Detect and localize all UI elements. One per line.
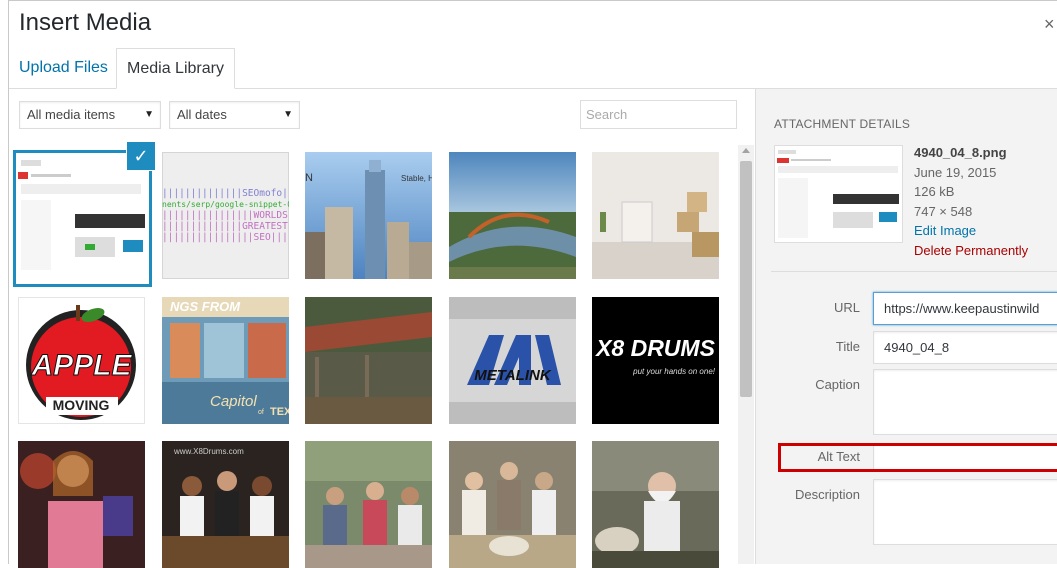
attachment-dimensions: 747 × 548 bbox=[914, 203, 973, 219]
media-type-filter[interactable]: All media items ▼ bbox=[19, 101, 161, 129]
thumb-caption: TEX bbox=[270, 406, 289, 418]
url-field[interactable]: https://www.keepaustinwild bbox=[873, 292, 1057, 325]
media-item[interactable]: ||||||||||||||SEOmofo|||||||||||||| nent… bbox=[162, 152, 289, 279]
thumb-caption: N bbox=[305, 172, 313, 184]
delete-permanently-link[interactable]: Delete Permanently bbox=[914, 241, 1028, 261]
tab-upload-files[interactable]: Upload Files bbox=[9, 48, 118, 88]
bridge-photo bbox=[449, 152, 576, 279]
description-label: Description bbox=[794, 487, 860, 502]
media-item[interactable]: Stable, High N bbox=[305, 152, 432, 279]
caption-field[interactable] bbox=[873, 369, 1057, 435]
media-item[interactable] bbox=[592, 441, 719, 568]
drum-group-photo bbox=[162, 441, 289, 568]
media-item[interactable] bbox=[305, 297, 432, 424]
thumb-text-line: ||||||||||||||||SEO|||||||||||||||| bbox=[162, 232, 289, 243]
thumb-logo-text: METALINK bbox=[474, 367, 551, 384]
media-item[interactable]: www.X8Drums.com bbox=[162, 441, 289, 568]
attachment-preview-image bbox=[775, 146, 902, 242]
media-item[interactable]: X8 DRUMS put your hands on one! bbox=[592, 297, 719, 424]
thumb-text-line: nents/serp/google-snippet-04.html bbox=[162, 200, 289, 209]
thumb-logo-text: MOVING bbox=[52, 397, 110, 413]
media-scrollbar[interactable] bbox=[738, 145, 754, 564]
title-field[interactable]: 4940_04_8 bbox=[873, 331, 1057, 364]
media-item[interactable] bbox=[449, 441, 576, 568]
thumb-caption: put your hands on one! bbox=[633, 367, 715, 376]
description-field[interactable] bbox=[873, 479, 1057, 545]
media-item[interactable] bbox=[305, 441, 432, 568]
attachment-filename: 4940_04_8.png bbox=[914, 145, 1007, 160]
girl-drum-photo bbox=[18, 441, 145, 568]
thumb-caption: Stable, High bbox=[401, 174, 432, 183]
sidebar-divider bbox=[771, 271, 1057, 272]
media-item[interactable] bbox=[592, 152, 719, 279]
old-man-drum-photo bbox=[592, 441, 719, 568]
dropdown-arrow-icon: ▼ bbox=[283, 109, 293, 120]
dropdown-arrow-icon: ▼ bbox=[144, 109, 154, 120]
media-item[interactable]: NGS FROM Capitol of TEX bbox=[162, 297, 289, 424]
attachment-info: 4940_04_8.png June 19, 2015 126 kB 747 ×… bbox=[914, 143, 1028, 260]
thumb-text-line: ||||||||||||||GREATEST|||||||||||| bbox=[162, 221, 289, 232]
close-icon[interactable]: × bbox=[1044, 14, 1055, 35]
thumb-caption: NGS FROM bbox=[170, 299, 241, 314]
media-item[interactable] bbox=[449, 152, 576, 279]
title-label: Title bbox=[835, 339, 860, 354]
date-filter[interactable]: All dates ▼ bbox=[169, 101, 300, 129]
attachment-size: 126 kB bbox=[914, 184, 955, 199]
media-item[interactable]: APPLE MOVING bbox=[18, 297, 145, 424]
attachment-date: June 19, 2015 bbox=[914, 164, 997, 180]
scroll-thumb[interactable] bbox=[740, 161, 752, 397]
metalink-logo-image bbox=[449, 297, 576, 424]
caption-label: Caption bbox=[815, 377, 860, 392]
screenshot-thumbnail bbox=[15, 152, 150, 285]
media-type-filter-value: All media items bbox=[27, 107, 116, 122]
attachment-preview bbox=[774, 145, 903, 243]
media-item[interactable] bbox=[13, 150, 152, 287]
thumb-logo-text: X8 DRUMS bbox=[596, 335, 715, 361]
date-filter-value: All dates bbox=[177, 107, 227, 122]
attachment-details-heading: ATTACHMENT DETAILS bbox=[774, 117, 911, 131]
thumb-text-line: ||||||||||||||SEOmofo|||||||||||||| bbox=[162, 188, 289, 199]
thumb-logo-text: APPLE bbox=[31, 349, 132, 383]
group-drummers-photo bbox=[449, 441, 576, 568]
url-label: URL bbox=[833, 300, 860, 315]
thumb-caption: Capitol bbox=[210, 393, 257, 410]
media-item[interactable] bbox=[18, 441, 145, 568]
selected-check-icon[interactable]: ✓ bbox=[127, 142, 155, 170]
media-item[interactable]: METALINK bbox=[449, 297, 576, 424]
skyline-photo bbox=[305, 152, 432, 279]
outdoor-drum-circle-photo bbox=[305, 441, 432, 568]
pavilion-photo bbox=[305, 297, 432, 424]
modal-title: Insert Media bbox=[19, 9, 152, 36]
room-boxes-photo bbox=[592, 152, 719, 279]
search-input[interactable]: Search bbox=[580, 100, 737, 129]
alt-text-highlight-box bbox=[778, 443, 1057, 472]
thumb-text-line: ||||||||||||||||WORLDS|||||||||||||| bbox=[162, 210, 289, 221]
scroll-up-arrow-icon[interactable] bbox=[742, 148, 750, 153]
tab-media-library[interactable]: Media Library bbox=[116, 48, 235, 89]
thumb-caption: of bbox=[258, 409, 264, 416]
edit-image-link[interactable]: Edit Image bbox=[914, 221, 1028, 241]
thumb-caption: www.X8Drums.com bbox=[174, 447, 244, 456]
